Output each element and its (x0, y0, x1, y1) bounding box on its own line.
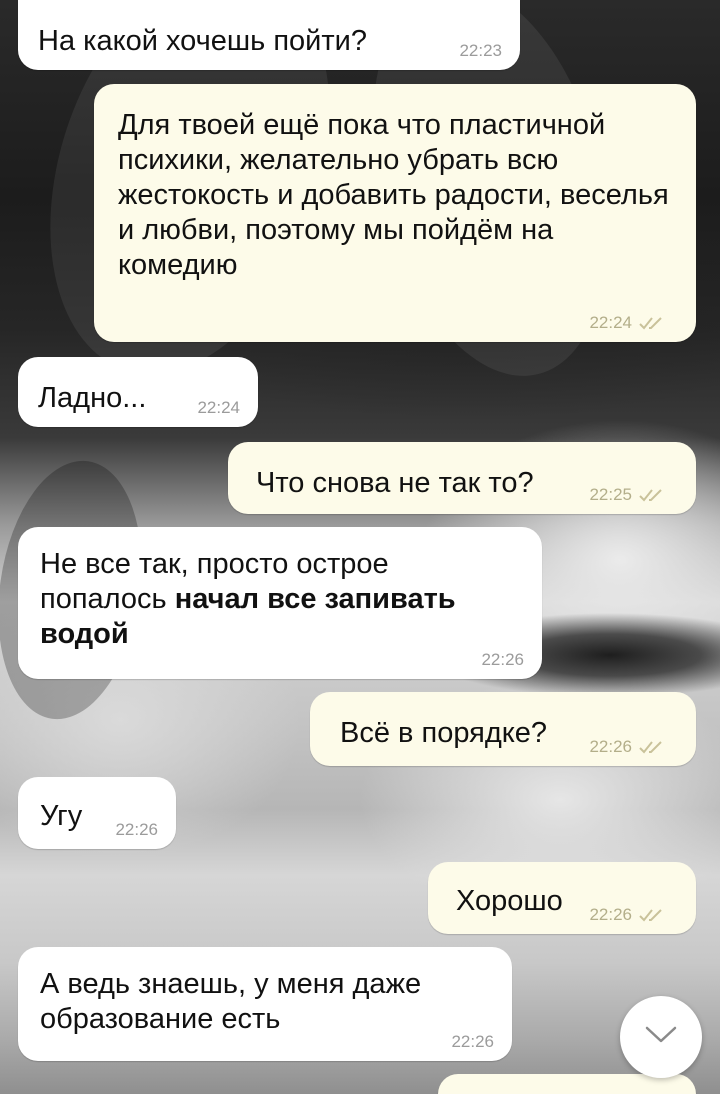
message-text: На какой хочешь пойти? (38, 25, 367, 57)
message-incoming[interactable]: Не все так, просто острое попалось начал… (18, 527, 542, 679)
scroll-to-bottom-button[interactable] (620, 996, 702, 1078)
message-meta: 22:26 (115, 821, 158, 839)
double-check-icon (638, 487, 668, 503)
message-list: На какой хочешь пойти? 22:23 Для твоей е… (0, 0, 720, 1094)
message-text: Хорошо (456, 885, 563, 917)
message-time: 22:26 (589, 905, 632, 924)
message-incoming[interactable]: Ладно... 22:24 (18, 357, 258, 427)
message-time: 22:25 (589, 485, 632, 504)
message-outgoing[interactable]: Всё в порядке? 22:26 (310, 692, 696, 766)
message-meta: 22:26 (451, 1033, 494, 1051)
message-outgoing[interactable]: Для твоей ещё пока что пластичной психик… (94, 84, 696, 342)
message-time: 22:26 (451, 1032, 494, 1051)
message-time: 22:24 (197, 398, 240, 417)
message-meta: 22:25 (589, 486, 668, 504)
message-text: Что снова не так то? (256, 467, 534, 499)
double-check-icon (638, 907, 668, 923)
message-time: 22:24 (589, 313, 632, 332)
message-text: Угу (40, 800, 83, 832)
message-text: Всё в порядке? (340, 717, 548, 749)
message-outgoing[interactable]: Хорошо 22:26 (428, 862, 696, 934)
chevron-down-icon (643, 1024, 679, 1051)
message-meta: 22:26 (481, 651, 524, 669)
message-meta: 22:24 (589, 314, 668, 332)
message-outgoing[interactable]: Что снова не так то? 22:25 (228, 442, 696, 514)
message-incoming[interactable]: Угу 22:26 (18, 777, 176, 849)
double-check-icon (638, 315, 668, 331)
message-text: А ведь знаешь, у меня даже образование е… (40, 968, 430, 1035)
message-time: 22:26 (481, 650, 524, 669)
message-time: 22:26 (589, 737, 632, 756)
message-meta: 22:26 (589, 906, 668, 924)
message-text: Для твоей ещё пока что пластичной психик… (118, 109, 677, 281)
double-check-icon (638, 739, 668, 755)
message-incoming[interactable]: На какой хочешь пойти? 22:23 (18, 0, 520, 70)
message-time: 22:26 (115, 820, 158, 839)
message-time: 22:23 (459, 41, 502, 60)
message-meta: 22:23 (459, 42, 502, 60)
message-meta: 22:26 (589, 738, 668, 756)
message-meta: 22:24 (197, 399, 240, 417)
message-incoming[interactable]: А ведь знаешь, у меня даже образование е… (18, 947, 512, 1061)
message-text: Ладно... (38, 382, 147, 414)
